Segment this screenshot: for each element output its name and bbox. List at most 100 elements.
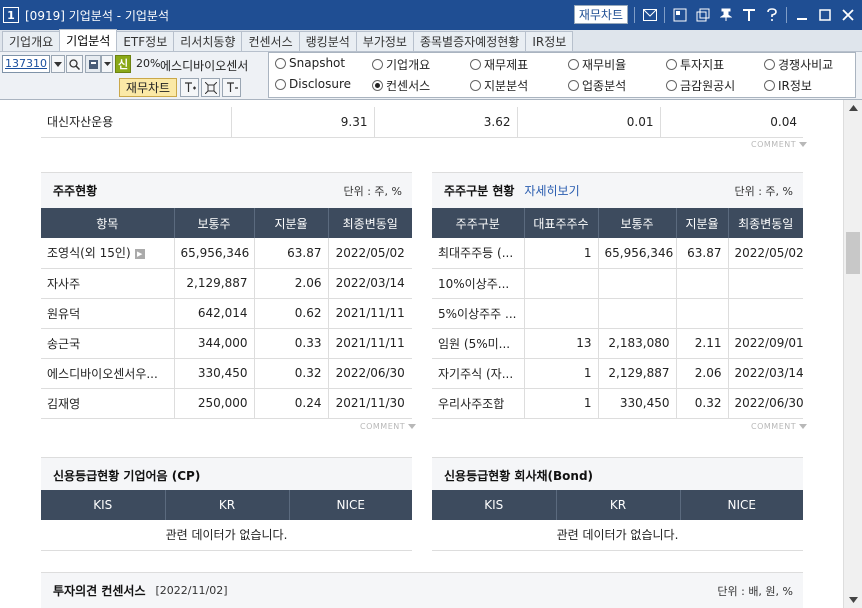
column-header: KR (556, 490, 681, 520)
expand-arrow-icon[interactable]: ▶ (134, 248, 145, 259)
pct-cell: 63.87 (254, 238, 329, 269)
holder-name: 송근국 (41, 328, 175, 359)
radio-label: 업종분석 (582, 79, 627, 93)
section-title: 주주현황 (53, 184, 98, 198)
link-window-icon[interactable] (671, 6, 688, 23)
comment-toggle[interactable]: COMMENT (751, 422, 808, 431)
stock-type-icon[interactable] (85, 55, 101, 73)
details-link[interactable]: 자세히보기 (524, 182, 579, 199)
radio-fss-disclosure[interactable]: 금감원공시 (666, 77, 735, 94)
font-decrease-icon[interactable] (222, 78, 241, 97)
radio-industry-analysis[interactable]: 업종분석 (568, 77, 626, 94)
unit-label: 단위 : 주, % (734, 184, 793, 198)
table-header-row: KIS KR NICE (432, 490, 803, 520)
expand-icon[interactable] (201, 78, 220, 97)
date-cell: 2021/11/11 (328, 298, 412, 329)
font-size-icon[interactable] (740, 6, 757, 23)
holder-name[interactable]: 조영식(외 15인) ▶ (41, 238, 175, 269)
radio-investment-indicators[interactable]: 투자지표 (666, 56, 724, 73)
tab-company-analysis[interactable]: 기업분석 (59, 29, 118, 51)
title-bar: 1 [0919] 기업분석 - 기업분석 재무차트 (0, 0, 862, 30)
font-increase-icon[interactable] (180, 78, 199, 97)
radio-label: 컨센서스 (386, 79, 431, 93)
shares-cell: 2,129,887 (598, 358, 677, 389)
credit-cp-header: 신용등급현황 기업어음 (CP) (41, 457, 412, 493)
tab-company-overview[interactable]: 기업개요 (2, 31, 61, 51)
credit-bond-header: 신용등급현황 회사채(Bond) (432, 457, 803, 493)
chevron-down-icon (799, 142, 808, 147)
holder-type[interactable]: 임원 (5%미... (432, 328, 525, 359)
date-cell: 2022/06/30 (328, 358, 412, 389)
date-cell (728, 268, 803, 299)
holder-type[interactable]: 5%이상주주 ... (432, 298, 525, 329)
close-icon[interactable] (839, 6, 856, 23)
help-icon[interactable] (763, 6, 780, 23)
date-cell: 2022/05/02 (328, 238, 412, 269)
radio-disclosure[interactable]: Disclosure (275, 77, 351, 91)
table-header-row: 주주구분 대표주주수 보통주 지분율 최종변동일 (432, 208, 803, 238)
pct-cell: 0.33 (254, 328, 329, 359)
radio-ir-info[interactable]: IR정보 (764, 77, 812, 94)
maximize-icon[interactable] (816, 6, 833, 23)
radio-label: 금감원공시 (680, 79, 736, 93)
tab-ranking[interactable]: 랭킹분석 (298, 31, 357, 51)
scrollbar-thumb[interactable] (846, 232, 860, 274)
section-title: 신용등급현황 기업어음 (CP) (53, 469, 201, 483)
radio-peer-comparison[interactable]: 경쟁사비교 (764, 56, 833, 73)
mail-icon[interactable] (641, 6, 658, 23)
vertical-scrollbar[interactable] (843, 100, 862, 608)
new-listing-badge: 신 (115, 55, 131, 73)
column-header: KIS (41, 490, 166, 520)
holder-type[interactable]: 10%이상주... (432, 268, 525, 299)
radio-dot (470, 80, 481, 91)
pct-cell: 0.32 (676, 388, 729, 419)
shares-cell (598, 268, 677, 299)
copy-window-icon[interactable] (694, 6, 711, 23)
tab-capital-increase[interactable]: 종목별증자예정현황 (412, 31, 527, 51)
comment-toggle[interactable]: COMMENT (751, 140, 808, 149)
comment-toggle[interactable]: COMMENT (360, 422, 417, 431)
radio-company-overview[interactable]: 기업개요 (372, 56, 430, 73)
minimize-icon[interactable] (793, 6, 810, 23)
shareholders-table: 항목 보통주 지분율 최종변동일 조영식(외 15인) ▶ 65,956,346 … (41, 208, 412, 419)
holder-type[interactable]: 우리사주조합 (432, 388, 525, 419)
tab-etf-info[interactable]: ETF정보 (116, 31, 175, 51)
radio-dot (372, 59, 383, 70)
holder-type[interactable]: 최대주주등 (... (432, 238, 525, 269)
radio-financial-statements[interactable]: 재무제표 (470, 56, 528, 73)
title-fin-chart-button[interactable]: 재무차트 (573, 5, 628, 24)
radio-financial-ratios[interactable]: 재무비율 (568, 56, 626, 73)
radio-snapshot[interactable]: Snapshot (275, 56, 345, 70)
divider (664, 6, 665, 23)
tab-research[interactable]: 리서치동향 (173, 31, 243, 51)
table-row: 임원 (5%미... 13 2,183,080 2.11 2022/09/01 (432, 328, 803, 359)
fin-chart-button[interactable]: 재무차트 (119, 78, 177, 97)
tab-additional-info[interactable]: 부가정보 (355, 31, 414, 51)
column-header: 보통주 (598, 208, 677, 238)
tab-ir-info[interactable]: IR정보 (525, 31, 574, 51)
table-row: 조영식(외 15인) ▶ 65,956,346 63.87 2022/05/02 (41, 238, 412, 269)
code-dropdown-button[interactable] (51, 55, 65, 73)
holder-type[interactable]: 자기주식 (자... (432, 358, 525, 389)
pin-icon[interactable] (717, 6, 734, 23)
radio-ownership-analysis[interactable]: 지분분석 (470, 77, 528, 94)
margin-rate: 20% (136, 57, 161, 70)
scroll-down-icon[interactable] (844, 592, 862, 608)
column-header: KR (165, 490, 290, 520)
holder-types-header: 주주구분 현황 자세히보기 단위 : 주, % (432, 172, 803, 208)
table-row: 우리사주조합 1 330,450 0.32 2022/06/30 (432, 388, 803, 419)
radio-dot (764, 59, 775, 70)
count-cell (524, 268, 599, 299)
stock-code-input[interactable]: 137310 (2, 55, 50, 73)
pct-cell: 0.32 (254, 358, 329, 389)
scroll-up-icon[interactable] (844, 100, 862, 116)
chevron-down-icon (799, 424, 808, 429)
stock-type-dropdown-button[interactable] (101, 55, 113, 73)
search-icon[interactable] (66, 55, 83, 73)
pct-cell: 0.24 (254, 388, 329, 419)
unit-label: 단위 : 배, 원, % (717, 584, 793, 598)
radio-dot (666, 80, 677, 91)
tab-consensus[interactable]: 컨센서스 (241, 31, 300, 51)
radio-consensus[interactable]: 컨센서스 (372, 77, 430, 94)
divider (634, 6, 635, 23)
